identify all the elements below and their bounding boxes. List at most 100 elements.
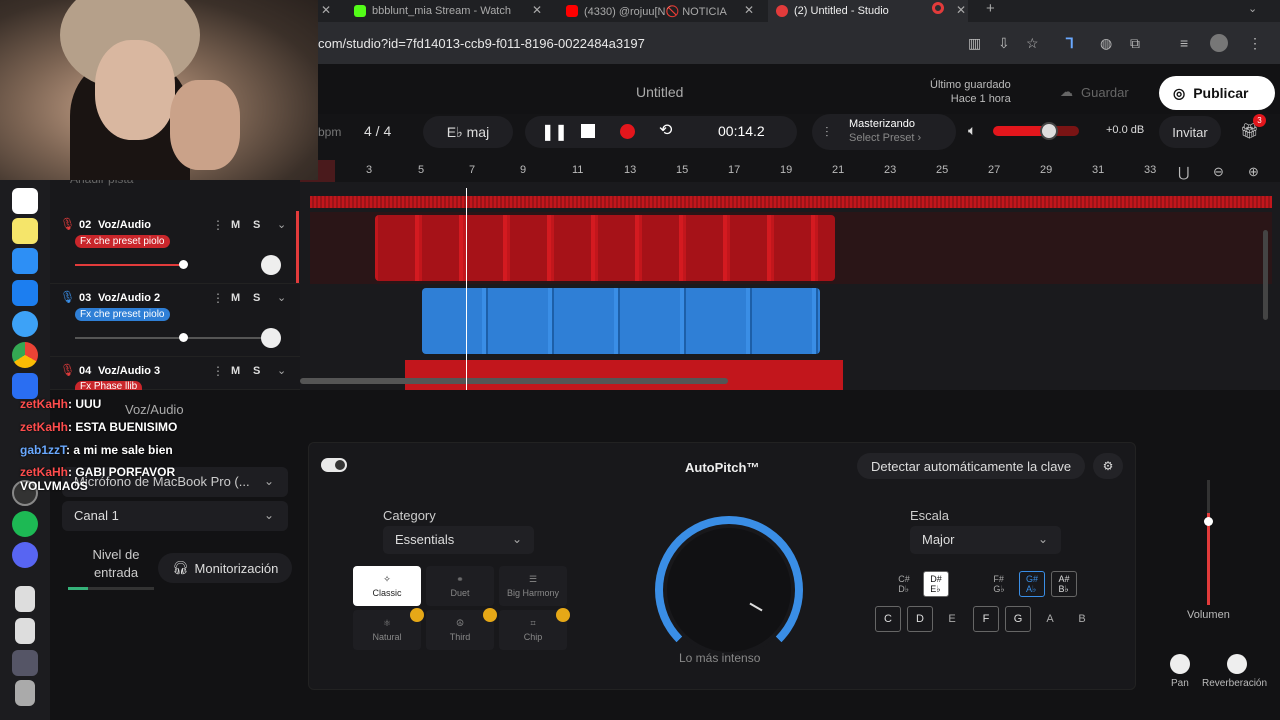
pan-knob[interactable]: [261, 255, 281, 275]
key-b[interactable]: B: [1069, 606, 1095, 632]
folder-icon[interactable]: [12, 650, 38, 676]
horizontal-scrollbar[interactable]: [300, 378, 728, 384]
track-02[interactable]: 🎙︎ 02 Voz/Audio ⋮ M S ⌄ Fx che preset pi…: [50, 211, 300, 284]
speaker-icon[interactable]: 🔈︎: [968, 122, 976, 139]
key-c[interactable]: C: [875, 606, 901, 632]
extension-icon[interactable]: ◍: [1100, 35, 1112, 52]
solo-button[interactable]: S: [253, 365, 260, 377]
tab-kick[interactable]: bbblunt_mia Stream - Watch: [354, 0, 554, 22]
chevron-down-icon[interactable]: ⌄: [277, 364, 286, 377]
key-a[interactable]: A: [1037, 606, 1063, 632]
intensity-knob[interactable]: [667, 528, 791, 652]
slider-thumb[interactable]: [1040, 122, 1058, 140]
pause-icon[interactable]: ❚❚: [541, 122, 568, 142]
preset-big-harmony[interactable]: ☰ Big Harmony: [499, 566, 567, 606]
bpm-label[interactable]: bpm: [318, 125, 341, 139]
queue-icon[interactable]: ≡: [1180, 35, 1188, 51]
time-signature[interactable]: 4 / 4: [364, 123, 391, 139]
magnet-icon[interactable]: ⋃: [1178, 164, 1189, 181]
settings-sliders-icon[interactable]: ⚙︎: [1093, 453, 1123, 479]
chrome-icon[interactable]: [12, 342, 38, 368]
slider-thumb[interactable]: [179, 260, 188, 269]
audio-clip[interactable]: [375, 215, 835, 281]
tab-youtube[interactable]: (4330) @rojuu[N🚫 NOTICIA: [566, 0, 736, 22]
track-volume-slider[interactable]: [75, 337, 275, 339]
monitoring-button[interactable]: 🎧︎ Monitorización: [158, 553, 293, 583]
reminders-icon[interactable]: [12, 188, 38, 214]
kebab-menu-icon[interactable]: ⋮: [212, 364, 224, 378]
trash-icon[interactable]: [15, 680, 35, 706]
mute-button[interactable]: M: [231, 365, 240, 377]
safari-icon[interactable]: [12, 311, 38, 337]
zoom-in-icon[interactable]: ⊕: [1248, 164, 1259, 180]
key-e[interactable]: E: [939, 606, 965, 632]
vertical-scrollbar[interactable]: [1263, 230, 1268, 320]
kebab-menu-icon[interactable]: ⋮: [212, 291, 224, 305]
audio-clip[interactable]: [310, 196, 1272, 208]
save-button[interactable]: ☁ Guardar: [1046, 77, 1152, 107]
preset-duet[interactable]: ⚭ Duet: [426, 566, 494, 606]
close-icon[interactable]: ✕: [956, 3, 966, 17]
close-icon[interactable]: ✕: [321, 3, 331, 17]
track-03[interactable]: 🎙︎ 03 Voz/Audio 2 ⋮ M S ⌄ Fx che preset …: [50, 284, 300, 357]
track-name[interactable]: Voz/Audio 2: [98, 292, 160, 304]
publish-button[interactable]: ◎ Publicar: [1159, 76, 1275, 110]
key-d[interactable]: D: [907, 606, 933, 632]
track-volume-slider[interactable]: [75, 264, 183, 266]
url-text[interactable]: com/studio?id=7fd14013-ccb9-f011-8196-00…: [318, 36, 645, 51]
loop-icon[interactable]: ⟲: [659, 120, 672, 140]
new-tab-icon[interactable]: +: [986, 0, 995, 17]
install-icon[interactable]: ⇩: [998, 35, 1010, 52]
project-title[interactable]: Untitled: [636, 84, 683, 100]
audio-clip[interactable]: [422, 288, 820, 354]
detect-key-button[interactable]: Detectar automáticamente la clave: [857, 453, 1086, 479]
avatar[interactable]: [1210, 34, 1228, 52]
playhead[interactable]: [466, 188, 467, 390]
chevron-down-icon[interactable]: ⌄: [277, 218, 286, 231]
notes-icon[interactable]: [12, 218, 38, 244]
key-selector[interactable]: E♭ maj: [423, 116, 513, 148]
mute-button[interactable]: M: [231, 292, 240, 304]
close-icon[interactable]: ✕: [744, 3, 754, 17]
slider-thumb[interactable]: [179, 333, 188, 342]
track-name[interactable]: Voz/Audio: [98, 219, 151, 231]
solo-button[interactable]: S: [253, 292, 260, 304]
track-04[interactable]: 🎙︎ 04 Voz/Audio 3 ⋮ M S ⌄ Fx Phase llib: [50, 357, 300, 390]
key-f[interactable]: F: [973, 606, 999, 632]
document-icon[interactable]: [15, 586, 35, 612]
mute-button[interactable]: M: [231, 219, 240, 231]
reader-icon[interactable]: ▥: [968, 35, 981, 52]
kebab-menu-icon[interactable]: ⋮: [1248, 35, 1262, 52]
timeline-ruler[interactable]: 3 5 7 9 11 13 15 17 19 21 23 25 27 29 31…: [300, 160, 1280, 182]
record-icon[interactable]: [620, 124, 635, 139]
key-d-sharp[interactable]: D# E♭: [923, 571, 949, 597]
key-f-sharp[interactable]: F# G♭: [986, 571, 1012, 597]
reverb-knob[interactable]: [1227, 654, 1247, 674]
pan-knob[interactable]: [261, 328, 281, 348]
master-volume-slider[interactable]: [993, 126, 1079, 136]
track-name[interactable]: Voz/Audio 3: [98, 365, 160, 377]
volume-fader[interactable]: [1207, 480, 1210, 605]
audio-clip[interactable]: [405, 360, 843, 390]
fx-badge[interactable]: Fx Phase llib: [75, 381, 143, 390]
timeline[interactable]: 3 5 7 9 11 13 15 17 19 21 23 25 27 29 31…: [300, 160, 1280, 390]
fx-badge[interactable]: Fx che preset piolo: [75, 235, 170, 248]
extension-icon[interactable]: Ꞁ: [1066, 35, 1074, 52]
invite-button[interactable]: Invitar: [1159, 116, 1221, 148]
spotify-icon[interactable]: [12, 511, 38, 537]
key-g-sharp[interactable]: G# A♭: [1019, 571, 1045, 597]
discord-icon[interactable]: [12, 542, 38, 568]
fx-badge[interactable]: Fx che preset piolo: [75, 308, 170, 321]
pan-knob[interactable]: [1170, 654, 1190, 674]
key-g[interactable]: G: [1005, 606, 1031, 632]
kebab-menu-icon[interactable]: ⋮: [212, 218, 224, 232]
puzzle-icon[interactable]: ⧉: [1130, 35, 1140, 52]
autopitch-toggle[interactable]: [321, 458, 347, 472]
key-a-sharp[interactable]: A# B♭: [1051, 571, 1077, 597]
stop-icon[interactable]: [581, 124, 595, 138]
solo-button[interactable]: S: [253, 219, 260, 231]
fader-thumb[interactable]: [1204, 517, 1213, 526]
preset-classic[interactable]: ✧ Classic: [353, 566, 421, 606]
document-icon[interactable]: [15, 618, 35, 644]
app-store-icon[interactable]: [12, 280, 38, 306]
